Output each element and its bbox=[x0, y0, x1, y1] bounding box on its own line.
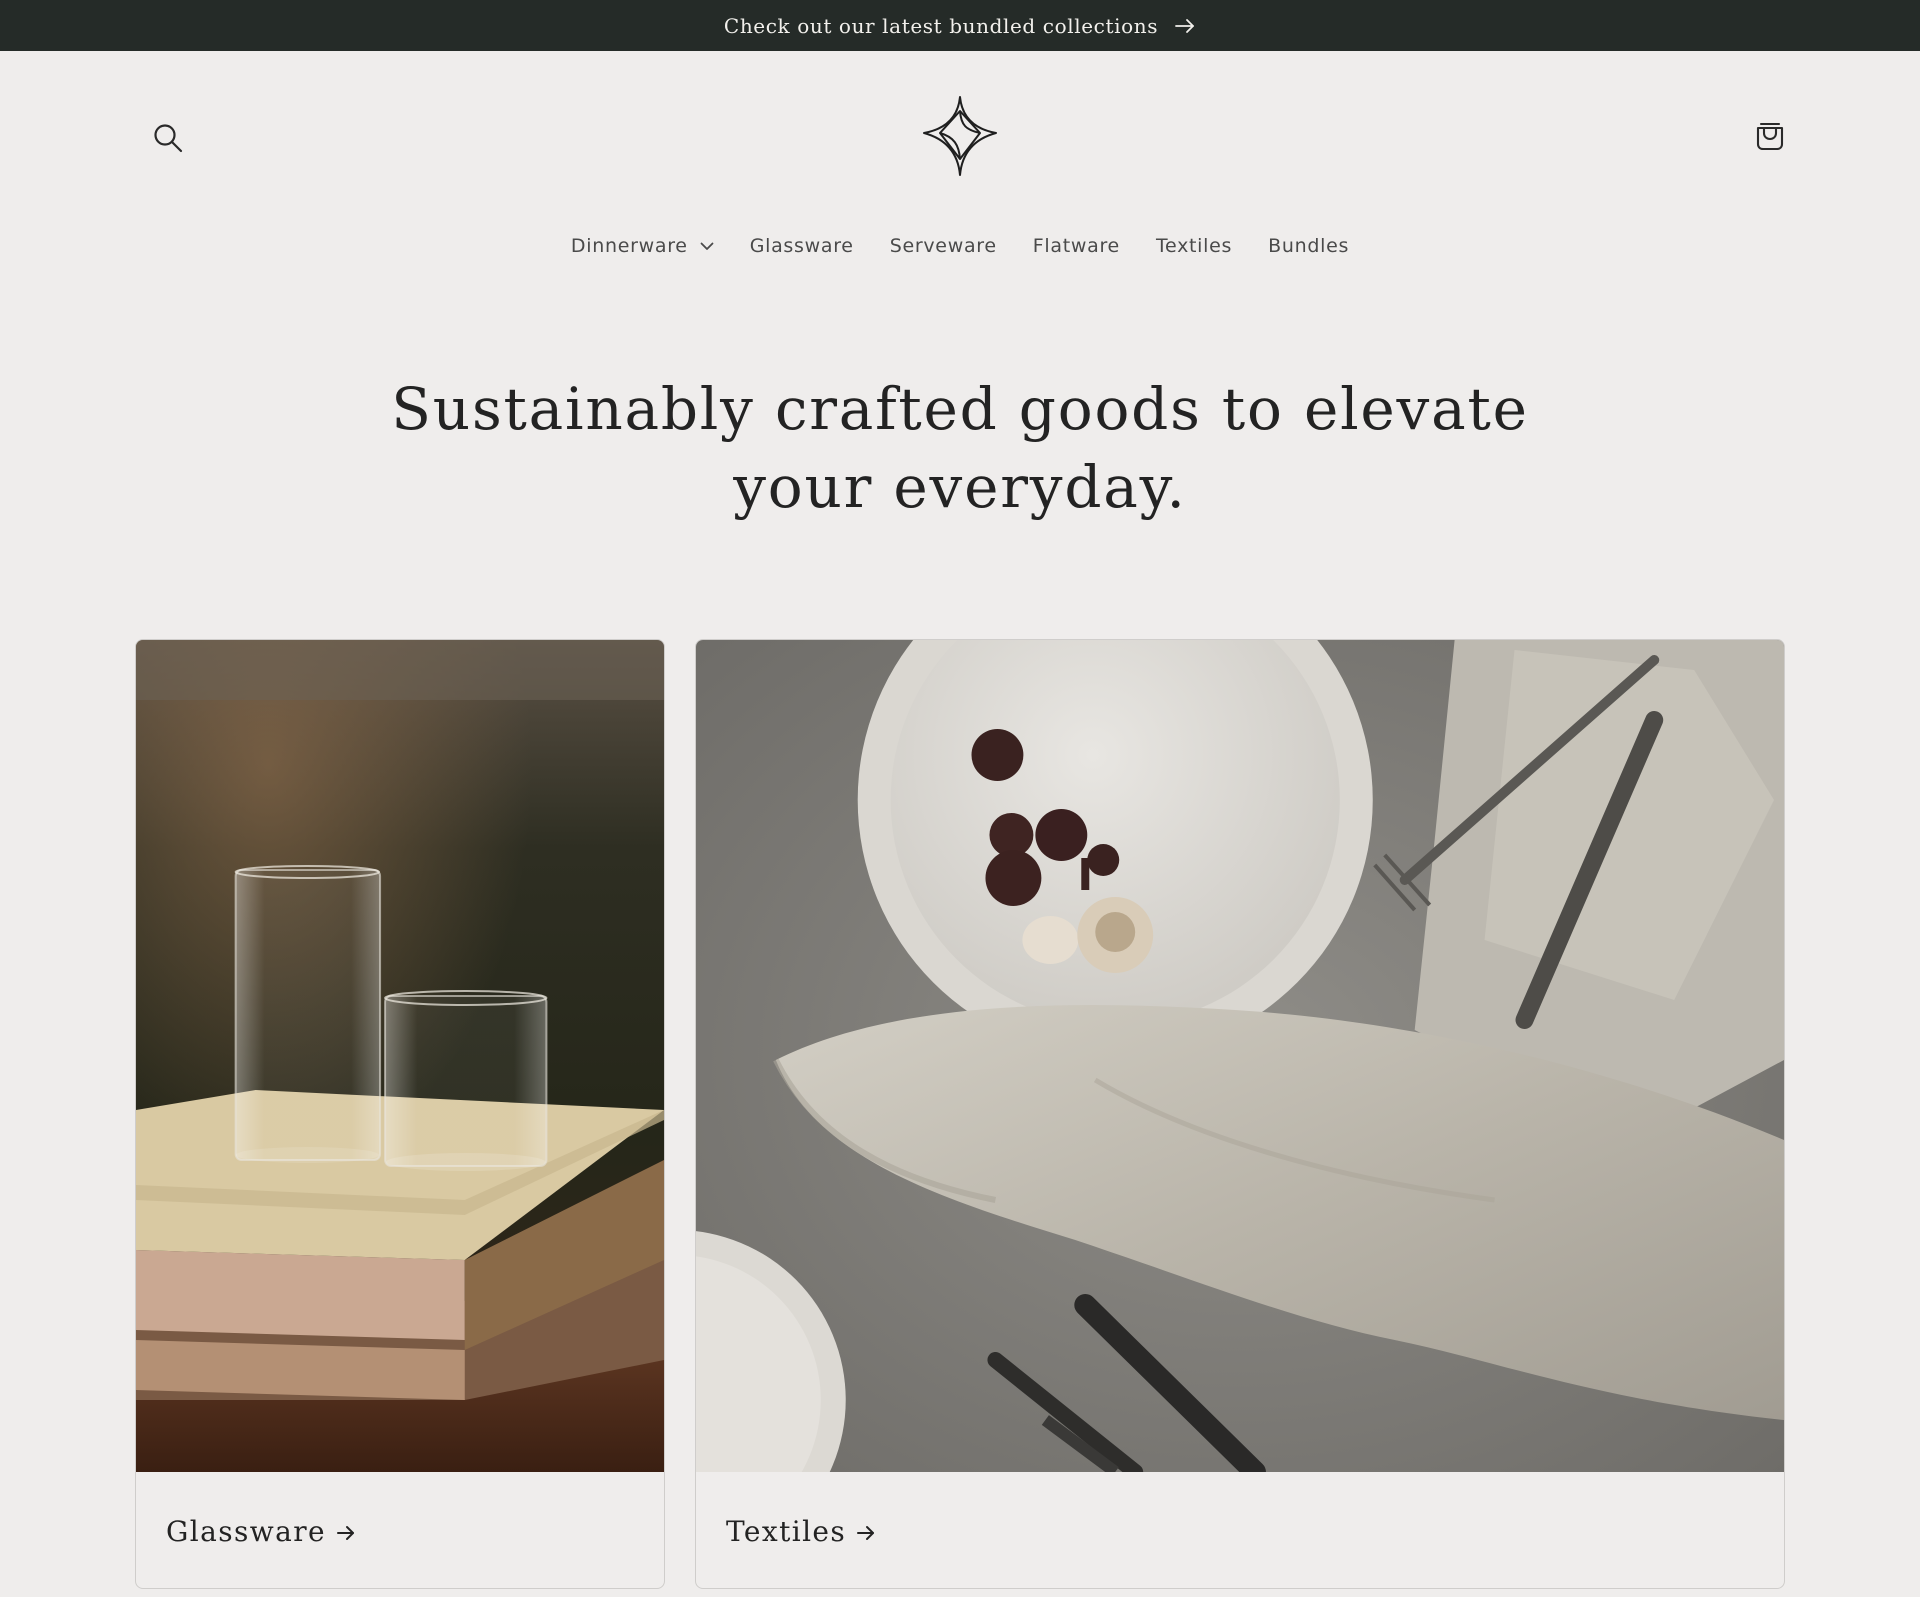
nav-item-label: Glassware bbox=[749, 235, 854, 257]
search-button[interactable] bbox=[148, 120, 188, 160]
collection-card-textiles[interactable]: Textiles bbox=[695, 639, 1785, 1589]
nav-item-label: Dinnerware bbox=[570, 235, 688, 257]
nav-item-dinnerware[interactable]: Dinnerware bbox=[553, 229, 732, 263]
nav-item-bundles[interactable]: Bundles bbox=[1250, 229, 1367, 263]
arrow-right-icon bbox=[336, 1515, 356, 1548]
collection-card-glassware[interactable]: Glassware bbox=[135, 639, 665, 1589]
card-footer: Textiles bbox=[696, 1472, 1784, 1588]
nav-item-serveware[interactable]: Serveware bbox=[872, 229, 1015, 263]
announcement-text: Check out our latest bundled collections bbox=[723, 13, 1159, 38]
site-logo[interactable] bbox=[920, 95, 1000, 182]
chevron-down-icon bbox=[700, 242, 714, 251]
nav-item-glassware[interactable]: Glassware bbox=[732, 229, 872, 263]
nav-item-textiles[interactable]: Textiles bbox=[1138, 229, 1250, 263]
collection-title-text: Glassware bbox=[166, 1514, 326, 1548]
collection-title[interactable]: Textiles bbox=[726, 1515, 876, 1548]
plates-napkin-cutlery-photo bbox=[696, 640, 1784, 1472]
nav-item-label: Bundles bbox=[1268, 235, 1350, 257]
glasses-on-books-photo bbox=[136, 640, 664, 1472]
main-nav: Dinnerware Glassware Serveware Flatware … bbox=[0, 226, 1920, 266]
shopping-bag-icon bbox=[1754, 120, 1786, 157]
hero-heading: Sustainably crafted goods to elevate you… bbox=[391, 375, 1529, 521]
announcement-bar: Check out our latest bundled collections bbox=[0, 0, 1920, 51]
four-point-star-logo-icon bbox=[922, 95, 998, 182]
nav-item-label: Flatware bbox=[1032, 235, 1120, 257]
search-icon bbox=[152, 122, 184, 159]
card-footer: Glassware bbox=[136, 1472, 664, 1588]
arrow-right-icon bbox=[856, 1515, 876, 1548]
nav-item-label: Serveware bbox=[889, 235, 997, 257]
arrow-right-icon bbox=[1174, 18, 1196, 34]
nav-item-label: Textiles bbox=[1155, 235, 1233, 257]
nav-item-flatware[interactable]: Flatware bbox=[1015, 229, 1138, 263]
announcement-link[interactable]: Check out our latest bundled collections bbox=[724, 14, 1196, 38]
hero-section: Sustainably crafted goods to elevate you… bbox=[0, 370, 1920, 526]
collection-title-text: Textiles bbox=[726, 1514, 847, 1548]
collection-title[interactable]: Glassware bbox=[166, 1515, 356, 1548]
cart-button[interactable] bbox=[1750, 118, 1790, 158]
site-header: Dinnerware Glassware Serveware Flatware … bbox=[0, 51, 1920, 281]
